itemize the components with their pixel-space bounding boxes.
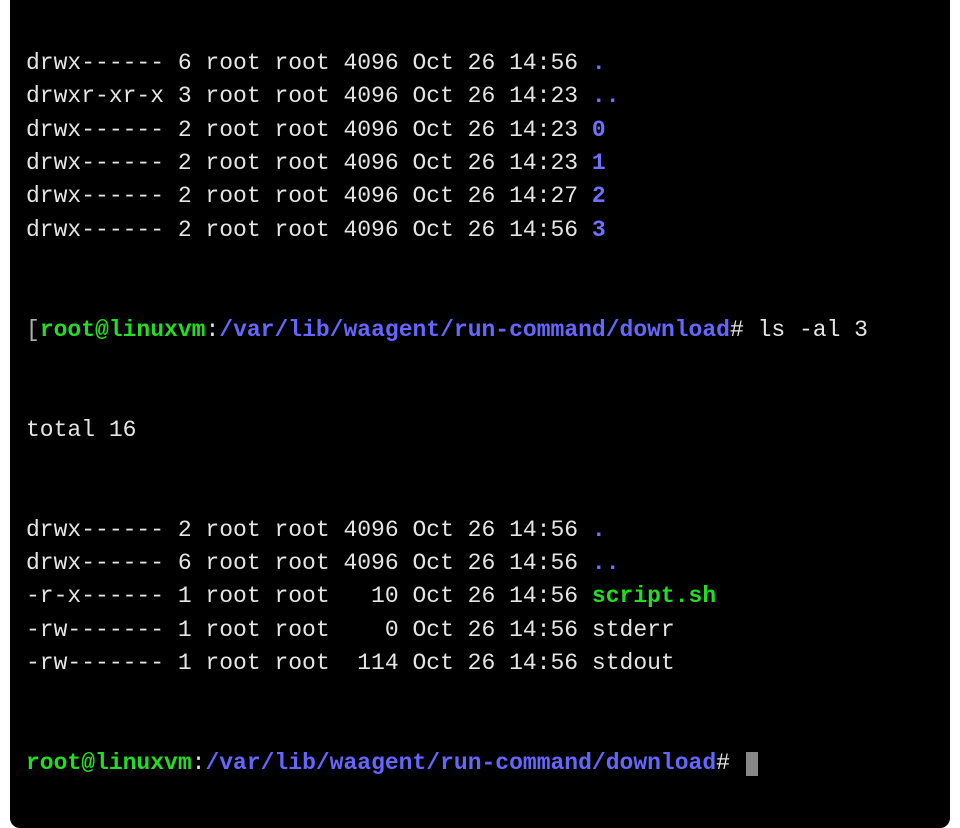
- file-name: script.sh: [592, 583, 716, 609]
- user-host: root@linuxvm: [26, 750, 192, 776]
- file-row: -r-x------ 1 root root 10 Oct 26 14:56 s…: [26, 580, 934, 613]
- cwd-path: /var/lib/waagent/run-command/download: [219, 317, 730, 343]
- command-2: ls -al 3: [758, 317, 868, 343]
- file-row: drwx------ 2 root root 4096 Oct 26 14:23…: [26, 147, 934, 180]
- file-row: drwx------ 2 root root 4096 Oct 26 14:56…: [26, 214, 934, 247]
- file-perms: drwx------ 6 root root 4096 Oct 26 14:56: [26, 50, 592, 76]
- total-line-2: total 16: [26, 414, 934, 447]
- file-name: 3: [592, 217, 606, 243]
- file-row: -rw------- 1 root root 114 Oct 26 14:56 …: [26, 647, 934, 680]
- cwd-path: /var/lib/waagent/run-command/download: [205, 750, 716, 776]
- file-perms: drwxr-xr-x 3 root root 4096 Oct 26 14:23: [26, 83, 592, 109]
- file-row: drwx------ 6 root root 4096 Oct 26 14:56…: [26, 47, 934, 80]
- file-perms: drwx------ 2 root root 4096 Oct 26 14:23: [26, 117, 592, 143]
- file-row: drwx------ 2 root root 4096 Oct 26 14:56…: [26, 514, 934, 547]
- file-perms: drwx------ 2 root root 4096 Oct 26 14:27: [26, 183, 592, 209]
- file-row: drwx------ 2 root root 4096 Oct 26 14:23…: [26, 114, 934, 147]
- file-name: stdout: [592, 650, 675, 676]
- file-row: drwx------ 2 root root 4096 Oct 26 14:27…: [26, 180, 934, 213]
- user-host: root@linuxvm: [40, 317, 206, 343]
- file-name: ..: [592, 83, 620, 109]
- colon: :: [192, 750, 206, 776]
- file-perms: drwx------ 6 root root 4096 Oct 26 14:56: [26, 550, 592, 576]
- file-name: stderr: [592, 617, 675, 643]
- file-row: drwxr-xr-x 3 root root 4096 Oct 26 14:23…: [26, 80, 934, 113]
- listing-2: drwx------ 2 root root 4096 Oct 26 14:56…: [26, 514, 934, 681]
- terminal-window[interactable]: [root@linuxvm:/var/lib/waagent/run-comma…: [10, 0, 950, 828]
- file-row: drwx------ 6 root root 4096 Oct 26 14:56…: [26, 547, 934, 580]
- file-perms: -r-x------ 1 root root 10 Oct 26 14:56: [26, 583, 592, 609]
- file-perms: drwx------ 2 root root 4096 Oct 26 14:56: [26, 217, 592, 243]
- hash: #: [730, 317, 758, 343]
- listing-1: drwx------ 6 root root 4096 Oct 26 14:56…: [26, 47, 934, 247]
- cursor[interactable]: [746, 752, 758, 776]
- file-name: ..: [592, 550, 620, 576]
- file-perms: -rw------- 1 root root 114 Oct 26 14:56: [26, 650, 592, 676]
- file-name: 1: [592, 150, 606, 176]
- file-name: .: [592, 50, 606, 76]
- prompt-line-3: root@linuxvm:/var/lib/waagent/run-comman…: [26, 747, 934, 780]
- file-perms: -rw------- 1 root root 0 Oct 26 14:56: [26, 617, 592, 643]
- bracket-open: [: [26, 317, 40, 343]
- file-perms: drwx------ 2 root root 4096 Oct 26 14:23: [26, 150, 592, 176]
- colon: :: [205, 317, 219, 343]
- file-name: 2: [592, 183, 606, 209]
- file-name: .: [592, 517, 606, 543]
- hash: #: [716, 750, 744, 776]
- file-perms: drwx------ 2 root root 4096 Oct 26 14:56: [26, 517, 592, 543]
- file-row: -rw------- 1 root root 0 Oct 26 14:56 st…: [26, 614, 934, 647]
- prompt-line-2: [root@linuxvm:/var/lib/waagent/run-comma…: [26, 314, 934, 347]
- file-name: 0: [592, 117, 606, 143]
